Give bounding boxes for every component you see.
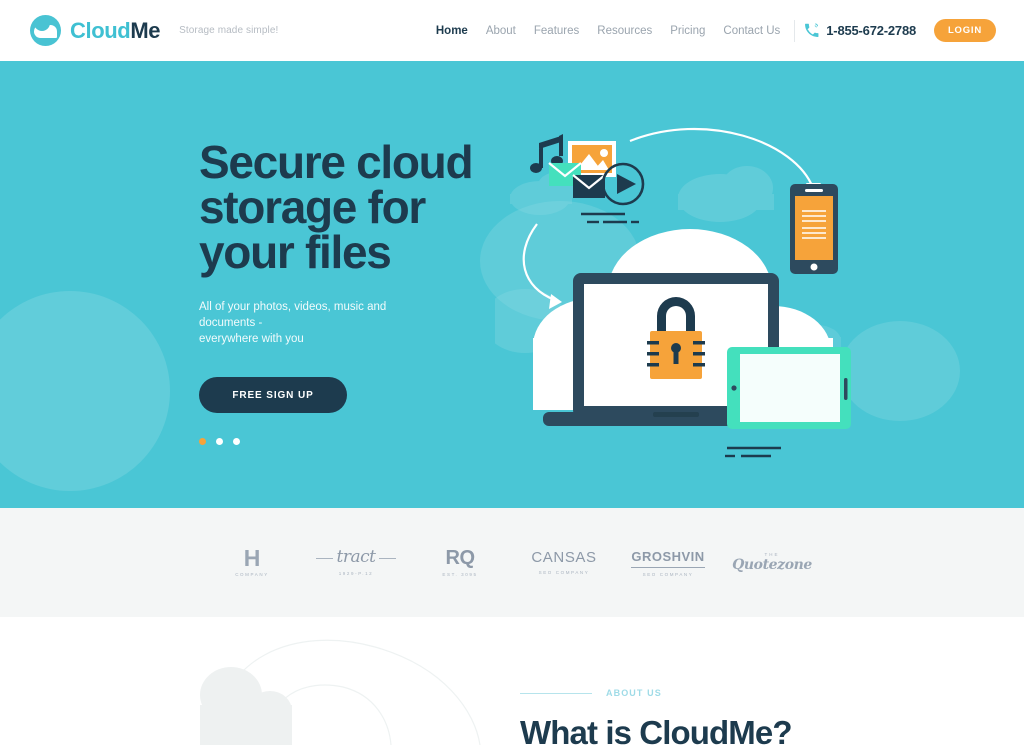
client-logo-groshvin[interactable]: GROSHVIN SEO COMPANY [616, 533, 720, 593]
hero-title: Secure cloud storage for your files [199, 136, 529, 278]
client-logo-mark: RQ [445, 546, 476, 569]
client-logo-mark: GROSHVIN [631, 548, 705, 564]
login-button[interactable]: LOGIN [934, 19, 996, 42]
client-logo-sub: EST. 3095 [442, 571, 478, 577]
envelope-dark-icon [572, 174, 606, 198]
hero-subtitle-line-2: everywhere with you [199, 333, 304, 345]
play-button-icon [601, 162, 645, 206]
brand-name: CloudMe [70, 17, 161, 43]
cloud-logo-icon [30, 15, 61, 46]
hero-section: Secure cloud storage for your files All … [0, 61, 1024, 508]
hero-title-line-1: Secure cloud [199, 136, 474, 188]
phone-contact[interactable]: 1-855-672-2788 [804, 23, 916, 38]
decor-cloud-mid [678, 166, 774, 222]
hero-subtitle-line-1: All of your photos, videos, music and do… [199, 301, 387, 329]
client-logos-band: H COMPANY tract 1929-P.12 RQ EST. 3095 C… [0, 508, 1024, 617]
client-logo-rule [631, 566, 705, 568]
nav-item-home[interactable]: Home [436, 25, 468, 37]
client-logo-rq[interactable]: RQ EST. 3095 [408, 533, 512, 593]
client-logo-h[interactable]: H COMPANY [200, 533, 304, 593]
cloud-devices-illustration [495, 116, 875, 496]
decor-dashes-top [581, 212, 639, 224]
nav-item-resources[interactable]: Resources [597, 25, 652, 37]
client-logo-tract[interactable]: tract 1929-P.12 [304, 533, 408, 593]
carousel-dot-2[interactable] [216, 438, 223, 445]
nav-item-pricing[interactable]: Pricing [670, 25, 705, 37]
client-logo-sub: SEO COMPANY [642, 571, 694, 577]
carousel-dot-3[interactable] [233, 438, 240, 445]
nav-item-about[interactable]: About [486, 25, 516, 37]
client-logo-quotezone[interactable]: THE Quotezone [720, 533, 824, 593]
brand-name-part1: Cloud [70, 17, 131, 43]
client-logo-mark-wrap: tract [315, 547, 397, 567]
site-header: CloudMe Storage made simple! Home About … [0, 0, 1024, 61]
phone-number: 1-855-672-2788 [826, 23, 916, 38]
nav-item-contact-us[interactable]: Contact Us [723, 25, 780, 37]
client-logo-mark: H [243, 545, 261, 571]
client-logo-sub: COMPANY [235, 572, 269, 577]
eyebrow-divider [520, 692, 592, 694]
about-eyebrow-row: ABOUT US [520, 688, 792, 698]
about-header: ABOUT US What is CloudMe? [520, 688, 792, 745]
client-logo-cansas[interactable]: CANSAS SEO COMPANY [512, 533, 616, 593]
arrow-curve-left [522, 223, 556, 302]
client-logo-mark: tract [336, 547, 376, 567]
hero-subtitle: All of your photos, videos, music and do… [199, 299, 439, 347]
brand-name-part2: Me [130, 17, 161, 43]
decor-dashes-bottom [725, 446, 781, 458]
free-signup-button[interactable]: FREE SIGN UP [199, 377, 347, 413]
brand-tagline: Storage made simple! [179, 25, 279, 36]
about-decorative-cloud [175, 617, 535, 745]
decor-cloud [200, 667, 292, 745]
hero-title-line-3: your files [199, 226, 392, 278]
smartphone-icon [790, 184, 838, 274]
client-logo-mark: Quotezone [732, 557, 812, 573]
hero-bg-cloud-left [0, 291, 170, 491]
client-logo-sub: 1929-P.12 [338, 571, 374, 576]
nav-item-features[interactable]: Features [534, 25, 579, 37]
client-logo-mark: CANSAS [531, 549, 597, 566]
main-navigation: Home About Features Resources Pricing Co… [436, 25, 780, 37]
brand-logo[interactable]: CloudMe Storage made simple! [30, 15, 278, 46]
hero-carousel-dots [199, 438, 240, 445]
about-eyebrow: ABOUT US [606, 688, 662, 698]
client-logo-sub: SEO COMPANY [538, 570, 590, 575]
phone-icon [805, 23, 819, 37]
about-section: ABOUT US What is CloudMe? [0, 617, 1024, 745]
header-divider [794, 19, 796, 42]
carousel-dot-1[interactable] [199, 438, 206, 445]
landing-page: CloudMe Storage made simple! Home About … [0, 0, 1024, 745]
about-title: What is CloudMe? [520, 714, 792, 745]
hero-copy: Secure cloud storage for your files All … [199, 136, 529, 413]
tablet-icon [727, 347, 851, 429]
hero-title-line-2: storage for [199, 181, 426, 233]
